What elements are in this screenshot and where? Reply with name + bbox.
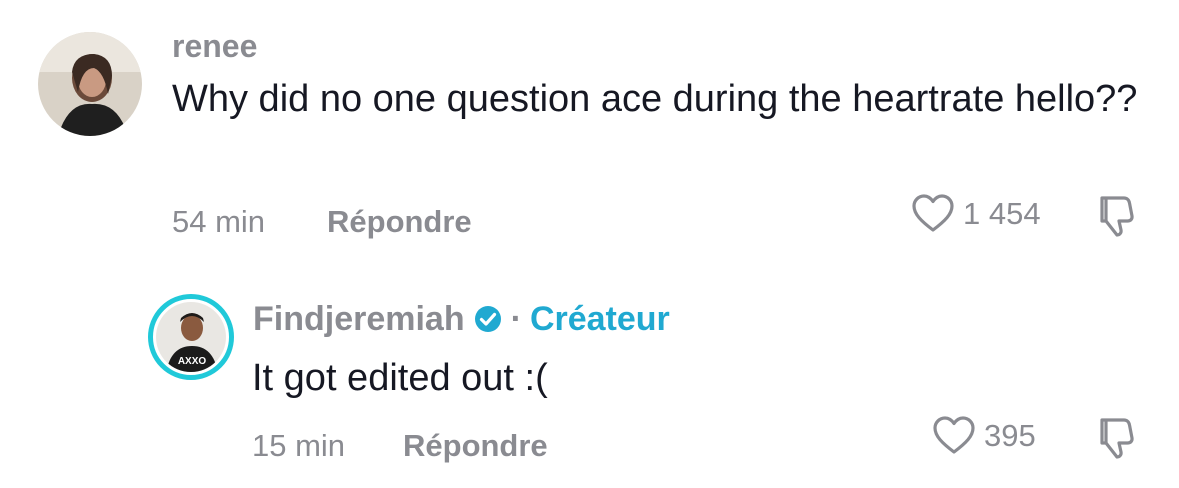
creator-avatar[interactable]: AXXO: [148, 294, 234, 380]
reply-text: It got edited out :(: [252, 357, 548, 399]
reply-username[interactable]: Findjeremiah: [253, 302, 465, 336]
separator-dot: ·: [510, 300, 522, 338]
reply-like-button[interactable]: 395: [932, 415, 1036, 455]
verified-check-icon: [473, 304, 503, 334]
svg-text:AXXO: AXXO: [178, 356, 207, 367]
reply-button[interactable]: Répondre: [327, 206, 472, 237]
reply-reply-button[interactable]: Répondre: [403, 430, 548, 461]
comment-timestamp: 54 min: [172, 204, 266, 239]
creator-badge: Créateur: [529, 300, 670, 338]
reply-comment-item: AXXO Findjeremiah · Créateur It got edit…: [0, 260, 1179, 488]
comment-text: Why did no one question ace during the h…: [172, 78, 1138, 120]
creator-header: Findjeremiah · Créateur: [253, 302, 670, 336]
heart-outline-icon: [932, 415, 976, 455]
thumbs-down-icon[interactable]: [1094, 194, 1140, 238]
comment-username[interactable]: renee: [172, 30, 257, 62]
like-button[interactable]: 1 454: [911, 193, 1041, 233]
user-avatar[interactable]: [38, 32, 142, 136]
comment-item: renee Why did no one question ace during…: [0, 0, 1179, 260]
reply-like-count: 395: [984, 417, 1036, 453]
reply-timestamp: 15 min: [252, 428, 346, 463]
heart-outline-icon: [911, 193, 955, 233]
like-count: 1 454: [963, 195, 1041, 231]
thumbs-down-icon[interactable]: [1094, 416, 1140, 460]
